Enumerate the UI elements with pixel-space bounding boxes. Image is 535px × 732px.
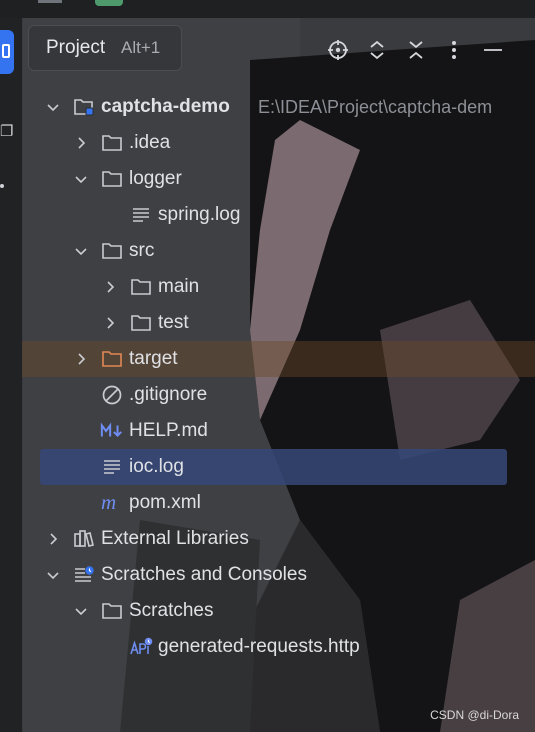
tree-item-external-libraries[interactable]: External Libraries (22, 521, 535, 557)
tree-item-label: src (129, 240, 155, 261)
tree-item-label: test (158, 312, 189, 333)
title-strip (0, 0, 535, 18)
tool-stripe-icon[interactable]: ❐ (0, 122, 13, 140)
folder-icon (100, 239, 124, 263)
tree-item-label: .gitignore (129, 384, 208, 405)
chevron-down-icon[interactable] (44, 98, 62, 116)
tool-window-stripe: ❐ (0, 18, 23, 732)
tree-item-label: generated-requests.http (158, 636, 360, 657)
chevron-right-icon[interactable] (72, 350, 90, 368)
tree-item-generated-requests[interactable]: generated-requests.http (22, 629, 535, 665)
tree-item-target[interactable]: target (22, 341, 535, 377)
tree-item-root[interactable]: captcha-demo E:\IDEA\Project\captcha-dem (22, 89, 535, 125)
tree-item-label: HELP.md (129, 420, 208, 441)
minimize-icon[interactable] (481, 38, 505, 62)
tree-item-help-md[interactable]: HELP.md (22, 413, 535, 449)
tree-item-idea[interactable]: .idea (22, 125, 535, 161)
project-badge (95, 0, 123, 6)
tree-item-main[interactable]: main (22, 269, 535, 305)
project-tab-shortcut: Alt+1 (121, 38, 161, 57)
tree-item-label: logger (129, 168, 182, 189)
folder-icon (100, 167, 124, 191)
tree-item-gitignore[interactable]: .gitignore (22, 377, 535, 413)
project-tool-icon (2, 44, 10, 58)
ignore-file-icon (100, 383, 124, 407)
folder-icon (129, 311, 153, 335)
tree-item-label: Scratches and Consoles (101, 564, 307, 585)
tree-item-logger[interactable]: logger (22, 161, 535, 197)
excluded-folder-icon (100, 347, 124, 371)
tree-item-scratches-and-consoles[interactable]: Scratches and Consoles (22, 557, 535, 593)
maven-icon: m (100, 491, 124, 515)
chevron-right-icon[interactable] (44, 530, 62, 548)
tree-item-label: main (158, 276, 200, 297)
http-request-icon (129, 635, 153, 659)
chevron-right-icon[interactable] (101, 278, 119, 296)
chevron-right-icon[interactable] (101, 314, 119, 332)
expand-all-icon[interactable] (365, 38, 389, 62)
more-icon[interactable] (442, 38, 466, 62)
log-file-icon (129, 203, 153, 227)
project-panel-header: Project Alt+1 (22, 18, 535, 80)
root-project-label: captcha-demo (101, 96, 230, 117)
svg-text:m: m (101, 493, 116, 513)
tree-item-label: Scratches (129, 600, 214, 621)
tree-item-label: External Libraries (101, 528, 249, 549)
chevron-down-icon[interactable] (72, 242, 90, 260)
crosshair-icon[interactable] (326, 38, 350, 62)
log-file-icon (100, 455, 124, 479)
folder-icon (129, 275, 153, 299)
tree-item-label: .idea (129, 132, 171, 153)
tree-item-spring-log[interactable]: spring.log (22, 197, 535, 233)
folder-icon (100, 131, 124, 155)
library-icon (72, 527, 96, 551)
module-folder-icon (72, 95, 96, 119)
tree-item-test[interactable]: test (22, 305, 535, 341)
collapse-all-icon[interactable] (404, 38, 428, 62)
tree-item-label: pom.xml (129, 492, 201, 513)
chevron-down-icon[interactable] (72, 602, 90, 620)
tree-item-pom-xml[interactable]: m pom.xml (22, 485, 535, 521)
watermark: CSDN @di-Dora (430, 708, 519, 722)
chevron-right-icon[interactable] (72, 134, 90, 152)
project-tool-button[interactable] (0, 30, 14, 74)
chevron-down-icon[interactable] (44, 566, 62, 584)
tree-item-ioc-log[interactable]: ioc.log (40, 449, 507, 485)
tree-item-label: ioc.log (129, 456, 184, 477)
project-view-selector[interactable]: Project Alt+1 (28, 25, 182, 71)
root-project-path: E:\IDEA\Project\captcha-dem (258, 97, 493, 117)
tree-item-label: target (129, 348, 178, 369)
tree-item-scratches[interactable]: Scratches (22, 593, 535, 629)
tree-item-label: spring.log (158, 204, 241, 225)
folder-icon (100, 599, 124, 623)
menu-indicator (38, 0, 62, 3)
tree-item-src[interactable]: src (22, 233, 535, 269)
chevron-down-icon[interactable] (72, 170, 90, 188)
scratches-icon (72, 563, 96, 587)
markdown-icon (100, 419, 124, 443)
tool-stripe-dot-icon[interactable] (0, 184, 4, 188)
project-tab-label: Project (46, 37, 106, 58)
